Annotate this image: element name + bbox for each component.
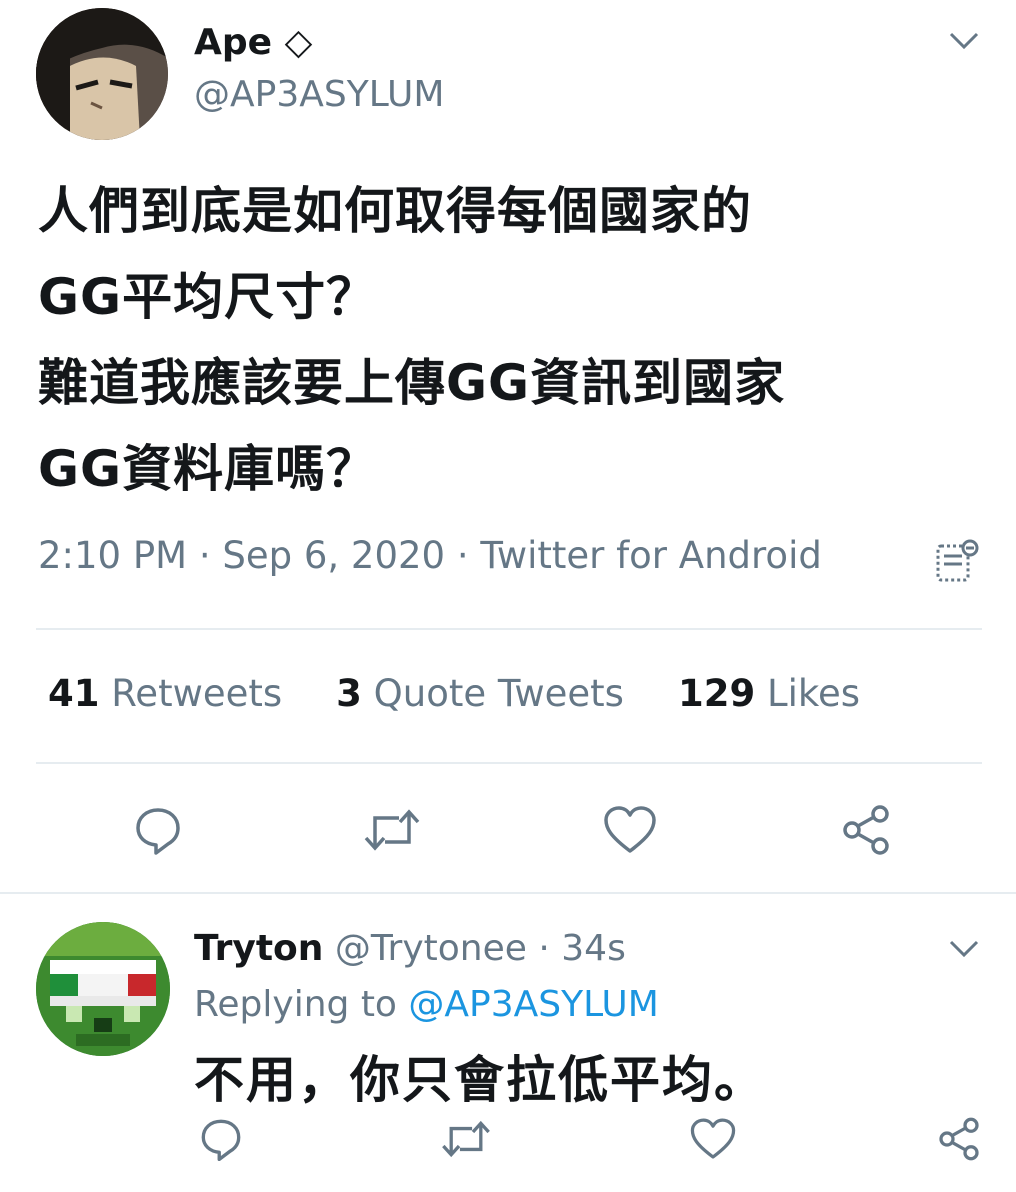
divider: [36, 762, 982, 764]
chevron-down-icon[interactable]: [944, 934, 984, 964]
quote-tweets-stat[interactable]: 3 Quote Tweets: [336, 672, 624, 715]
replying-to-handle[interactable]: @AP3ASYLUM: [408, 984, 658, 1025]
reply-text: 不用，你只會拉低平均。: [194, 1051, 766, 1109]
quotes-label: Quote Tweets: [373, 672, 624, 715]
likes-label: Likes: [766, 672, 861, 715]
author-avatar[interactable]: [36, 8, 168, 140]
tweet-timestamp[interactable]: 2:10 PM · Sep 6, 2020 · Twitter for Andr…: [38, 534, 822, 577]
author-handle[interactable]: @AP3ASYLUM: [194, 74, 444, 115]
heart-icon[interactable]: [600, 800, 660, 860]
retweets-count: 41: [48, 672, 100, 715]
retweet-icon[interactable]: [438, 1114, 494, 1164]
reply-icon[interactable]: [196, 1114, 246, 1164]
analytics-icon[interactable]: [930, 534, 984, 588]
likes-count: 129: [677, 672, 756, 715]
chevron-down-icon[interactable]: [944, 26, 984, 56]
retweets-stat[interactable]: 41 Retweets: [48, 672, 282, 715]
share-icon[interactable]: [836, 800, 896, 860]
reply-author-handle[interactable]: @Trytonee: [335, 928, 527, 969]
retweet-icon[interactable]: [360, 800, 424, 860]
reply-icon[interactable]: [128, 800, 188, 860]
tweet-text: 人們到底是如何取得每個國家的 GG平均尺寸？ 難道我應該要上傳GG資訊到國家 G…: [38, 182, 786, 498]
reply-timestamp[interactable]: · 34s: [538, 928, 625, 969]
reply-author-avatar[interactable]: [36, 922, 170, 1056]
quotes-count: 3: [336, 672, 362, 715]
author-name[interactable]: Ape ◇: [194, 22, 312, 63]
divider: [0, 892, 1016, 894]
share-icon[interactable]: [934, 1114, 984, 1164]
heart-icon[interactable]: [688, 1114, 738, 1164]
divider: [36, 628, 982, 630]
retweets-label: Retweets: [111, 672, 283, 715]
replying-to-label: Replying to: [194, 984, 397, 1025]
likes-stat[interactable]: 129 Likes: [678, 672, 860, 715]
engagement-stats: 41 Retweets 3 Quote Tweets 129 Likes: [48, 672, 914, 715]
reply-author-name[interactable]: Tryton: [194, 928, 323, 969]
